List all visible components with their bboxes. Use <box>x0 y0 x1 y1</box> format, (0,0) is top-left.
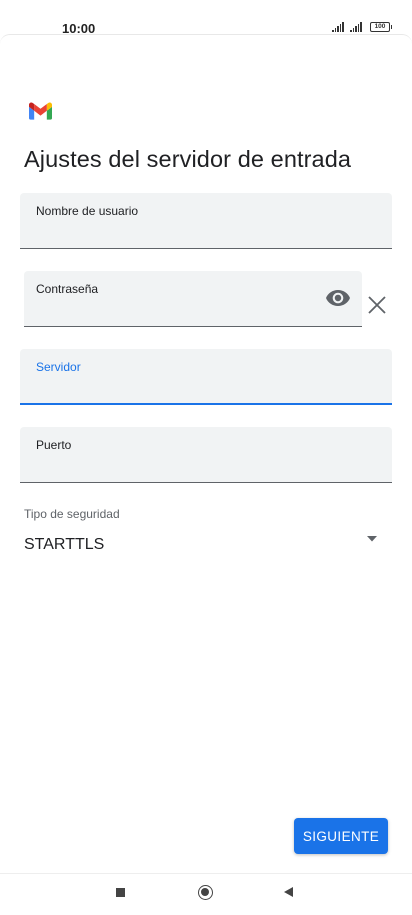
port-input[interactable] <box>35 454 348 476</box>
status-icons: 100 <box>332 22 392 32</box>
security-type-select[interactable]: STARTTLS <box>20 528 392 562</box>
password-input[interactable] <box>36 298 318 320</box>
back-icon[interactable] <box>284 887 293 897</box>
security-type-value: STARTTLS <box>24 536 105 553</box>
port-label: Puerto <box>36 438 72 452</box>
server-label: Servidor <box>36 360 81 374</box>
chevron-down-icon <box>367 536 377 542</box>
username-input[interactable] <box>35 220 348 242</box>
navigation-bar <box>0 874 412 915</box>
username-label: Nombre de usuario <box>36 204 139 218</box>
screen: 10:00 100 Ajustes del servidor de entrad… <box>0 0 412 915</box>
password-field[interactable]: Contraseña <box>24 271 362 327</box>
port-field[interactable]: Puerto <box>20 427 392 483</box>
signal-icon <box>332 22 345 32</box>
sheet-top-edge <box>0 34 412 47</box>
status-bar: 10:00 100 <box>0 0 412 36</box>
username-field[interactable]: Nombre de usuario <box>20 193 392 249</box>
signal-icon <box>350 22 362 32</box>
gmail-logo <box>29 102 52 120</box>
battery-icon: 100 <box>370 22 392 32</box>
password-label: Contraseña <box>36 282 99 296</box>
server-field[interactable]: Servidor <box>20 349 392 405</box>
home-icon[interactable] <box>198 885 213 900</box>
recents-icon[interactable] <box>116 888 125 897</box>
next-button[interactable]: SIGUIENTE <box>294 818 388 854</box>
eye-icon[interactable] <box>326 289 350 307</box>
security-type-label: Tipo de seguridad <box>24 507 120 521</box>
page-title: Ajustes del servidor de entrada <box>24 146 352 172</box>
close-icon[interactable] <box>366 294 388 316</box>
server-input[interactable] <box>35 375 348 397</box>
